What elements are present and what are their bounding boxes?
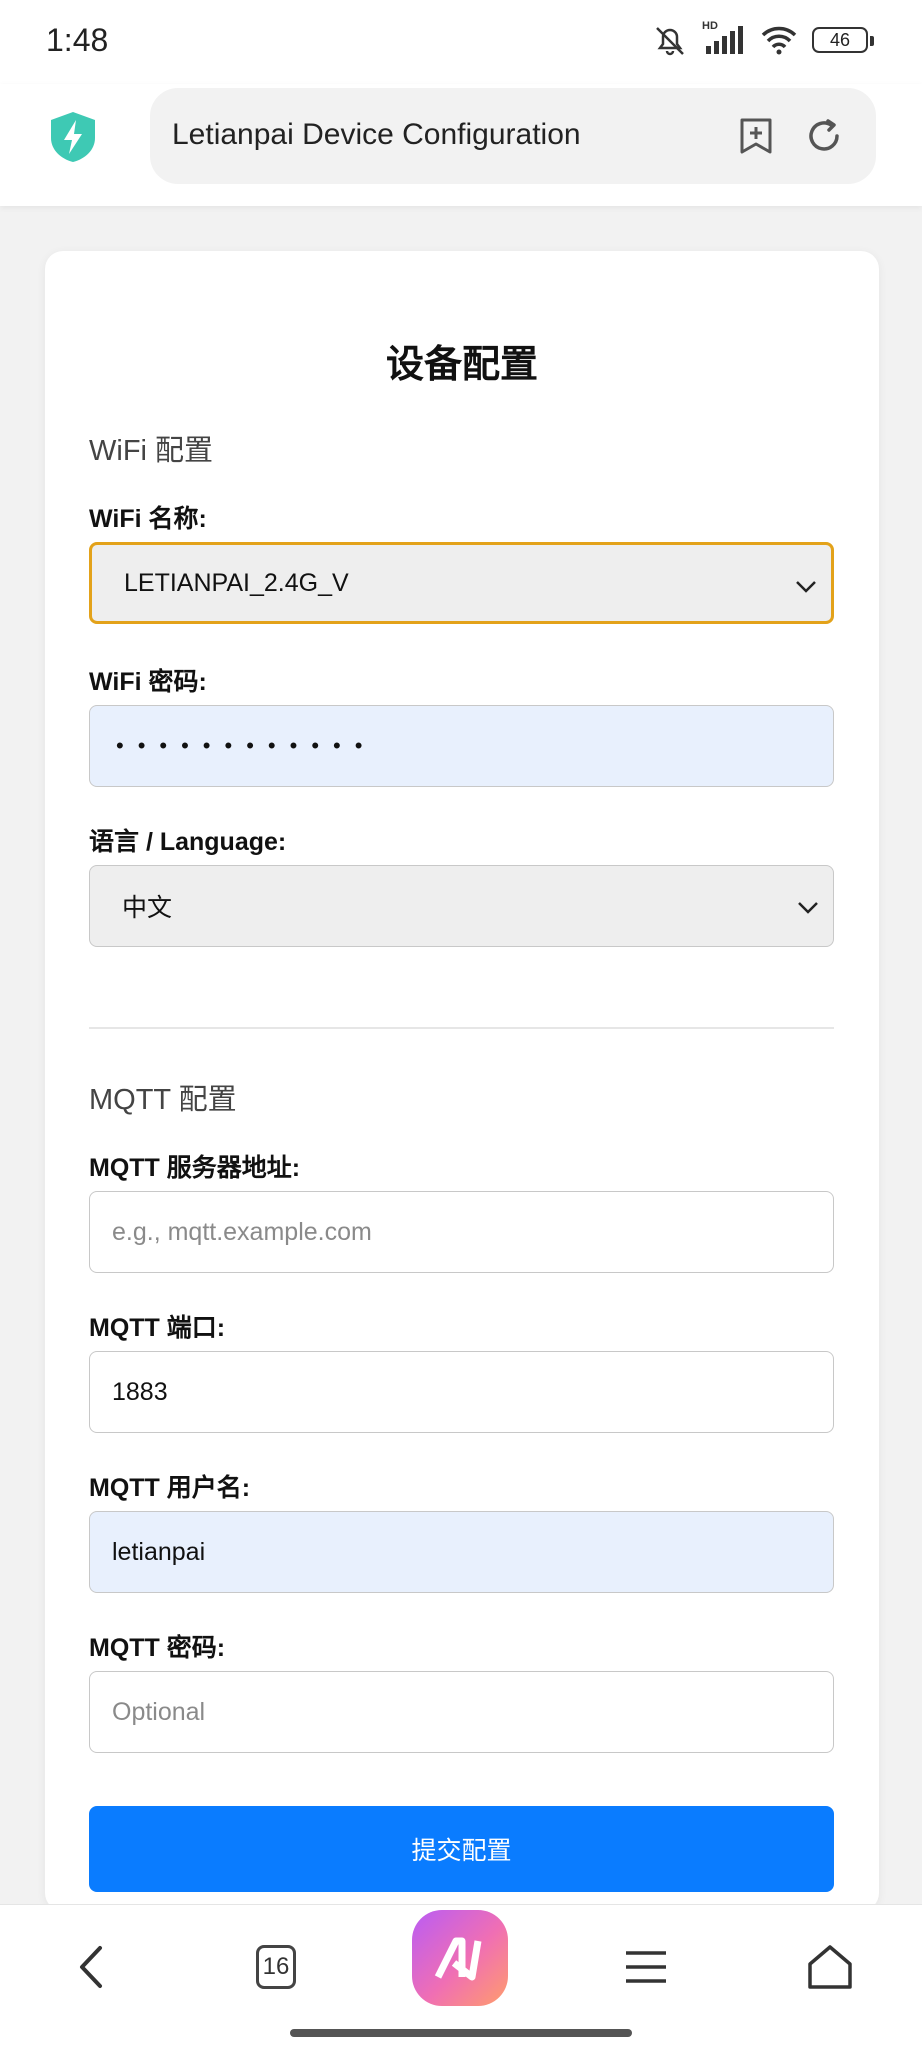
mqtt-password-input[interactable]: Optional [89,1671,834,1753]
chevron-down-icon [796,581,816,593]
mqtt-server-input[interactable]: e.g., mqtt.example.com [89,1191,834,1273]
tabs-button[interactable]: 16 [246,1937,306,1997]
status-icons: HD 46 [652,20,874,56]
home-indicator[interactable] [290,2029,632,2037]
page-title-in-address-bar: Letianpai Device Configuration [172,118,581,151]
back-button[interactable] [62,1937,122,1997]
mqtt-password-label: MQTT 密码: [89,1634,226,1662]
battery-level: 46 [829,29,851,50]
mqtt-port-label: MQTT 端口: [89,1314,226,1342]
browser-toolbar: Letianpai Device Configuration [0,84,922,206]
submit-button[interactable]: 提交配置 [89,1806,834,1892]
home-icon [808,1945,852,1989]
mqtt-port-value: 1883 [112,1377,168,1406]
tabs-count-icon: 16 [256,1945,296,1989]
wifi-icon [761,26,797,55]
page-title: 设备配置 [385,344,538,386]
status-time: 1:48 [46,22,109,58]
mqtt-server-label: MQTT 服务器地址: [89,1154,301,1182]
status-bar: 1:48 HD 46 [0,0,922,84]
language-label: 语言 / Language: [89,828,287,856]
wifi-name-label: WiFi 名称: [89,505,207,533]
mute-bell-icon [656,27,684,56]
language-value: 中文 [122,894,173,922]
home-button[interactable] [800,1937,860,1997]
menu-button[interactable] [616,1937,676,1997]
reload-icon[interactable] [804,116,844,156]
wifi-password-label: WiFi 密码: [89,668,207,696]
mqtt-section-heading: MQTT 配置 [89,1084,237,1116]
bottom-nav: 16 [0,1904,922,2048]
wifi-password-mask: •••••••••••• [116,733,377,758]
mqtt-password-placeholder: Optional [112,1697,206,1726]
ai-logo-icon [434,1937,482,1981]
back-arrow-icon [80,1946,102,1988]
ai-assistant-button[interactable] [412,1910,508,2006]
language-select[interactable]: 中文 [89,865,834,947]
wifi-name-value: LETIANPAI_2.4G_V [124,568,349,597]
wifi-name-select[interactable]: LETIANPAI_2.4G_V [89,542,834,624]
mqtt-username-label: MQTT 用户名: [89,1474,251,1502]
mqtt-username-input[interactable]: letianpai [89,1511,834,1593]
chevron-down-icon [798,902,818,914]
battery-icon: 46 [812,27,874,53]
cellular-signal-icon: HD [702,20,746,56]
address-bar[interactable]: Letianpai Device Configuration [150,88,876,184]
wifi-password-input[interactable]: •••••••••••• [89,705,834,787]
mqtt-port-input[interactable]: 1883 [89,1351,834,1433]
section-divider [89,1027,834,1029]
wifi-section-heading: WiFi 配置 [89,435,214,467]
add-bookmark-icon[interactable] [736,116,776,156]
config-card: 设备配置 WiFi 配置 WiFi 名称: LETIANPAI_2.4G_V W… [45,251,879,1911]
security-shield-icon[interactable] [48,110,98,164]
mqtt-server-placeholder: e.g., mqtt.example.com [112,1217,372,1246]
tab-count: 16 [262,1953,290,1980]
menu-icon [626,1951,666,1983]
mqtt-username-value: letianpai [112,1537,206,1566]
